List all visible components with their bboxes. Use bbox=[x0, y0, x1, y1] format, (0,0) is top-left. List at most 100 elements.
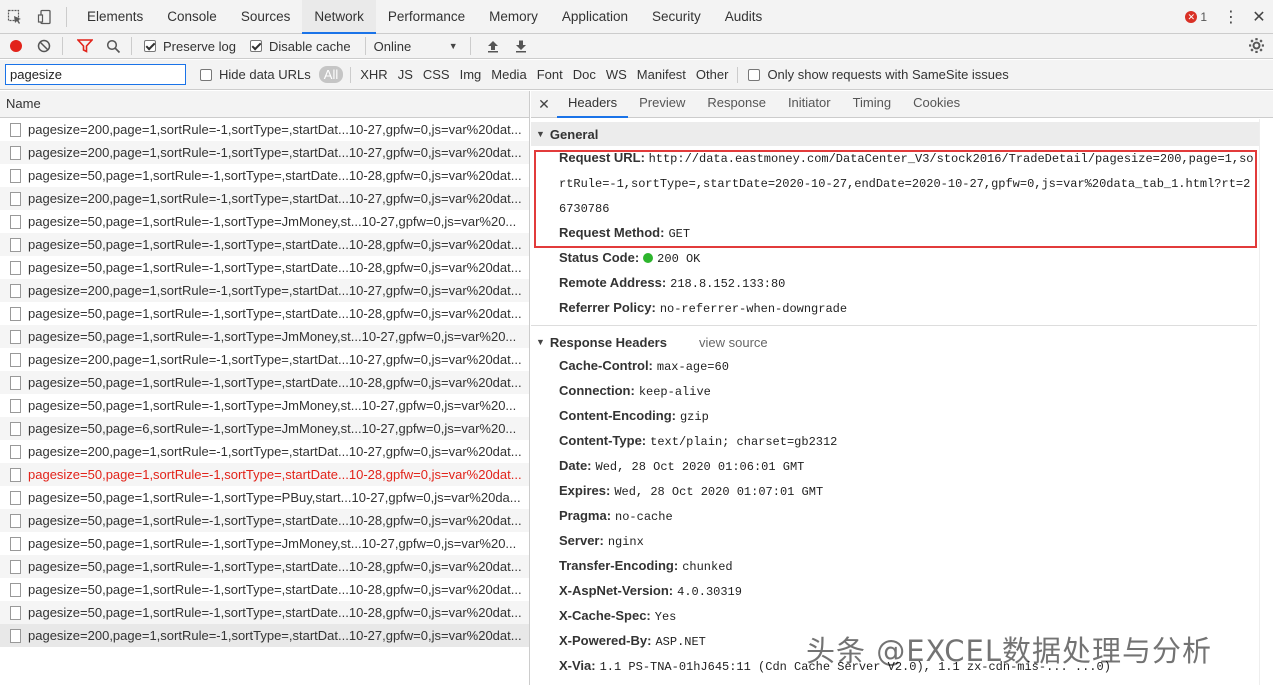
detail-scrollbar[interactable] bbox=[1259, 119, 1273, 685]
inspect-element-icon[interactable] bbox=[0, 0, 30, 34]
response-header-row: Content-Type: text/plain; charset=gb2312 bbox=[531, 429, 1273, 454]
file-icon bbox=[10, 467, 21, 482]
tab-security[interactable]: Security bbox=[640, 0, 713, 34]
tab-audits[interactable]: Audits bbox=[713, 0, 775, 34]
type-filter-media[interactable]: Media bbox=[486, 67, 531, 82]
name-column-header[interactable]: Name bbox=[0, 91, 529, 118]
response-headers-header[interactable]: ▼ Response Headers view source bbox=[531, 330, 1273, 354]
tab-performance[interactable]: Performance bbox=[376, 0, 477, 34]
request-row[interactable]: pagesize=50,page=1,sortRule=-1,sortType=… bbox=[0, 164, 529, 187]
tab-console[interactable]: Console bbox=[155, 0, 229, 34]
tab-network[interactable]: Network bbox=[302, 0, 376, 34]
clear-icon bbox=[37, 39, 51, 53]
disable-cache-checkbox[interactable]: Disable cache bbox=[249, 39, 351, 54]
type-filter-img[interactable]: Img bbox=[455, 67, 487, 82]
request-name: pagesize=200,page=1,sortRule=-1,sortType… bbox=[28, 122, 522, 137]
header-value: 4.0.30319 bbox=[677, 585, 742, 599]
more-options-icon[interactable]: ⋮ bbox=[1217, 7, 1245, 27]
header-value: nginx bbox=[607, 535, 644, 549]
clear-button[interactable] bbox=[32, 34, 56, 58]
request-row[interactable]: pagesize=50,page=1,sortRule=-1,sortType=… bbox=[0, 601, 529, 624]
tab-application[interactable]: Application bbox=[550, 0, 640, 34]
request-row[interactable]: pagesize=50,page=1,sortRule=-1,sortType=… bbox=[0, 578, 529, 601]
type-filter-doc[interactable]: Doc bbox=[568, 67, 601, 82]
detail-tab-timing[interactable]: Timing bbox=[842, 91, 903, 118]
close-detail-icon[interactable]: ✕ bbox=[531, 96, 557, 113]
general-section: ▼ General Request URL: http://data.eastmo… bbox=[531, 118, 1273, 321]
request-row[interactable]: pagesize=50,page=1,sortRule=-1,sortType=… bbox=[0, 486, 529, 509]
search-icon bbox=[106, 39, 120, 53]
status-code-label: Status Code: bbox=[559, 250, 640, 265]
devtools-tab-bar: Elements Console Sources Network Performance… bbox=[0, 0, 1273, 34]
request-row[interactable]: pagesize=50,page=1,sortRule=-1,sortType=… bbox=[0, 394, 529, 417]
detail-tab-preview[interactable]: Preview bbox=[628, 91, 696, 118]
type-filter-js[interactable]: JS bbox=[393, 67, 418, 82]
file-icon bbox=[10, 628, 21, 643]
request-row[interactable]: pagesize=50,page=6,sortRule=-1,sortType=… bbox=[0, 417, 529, 440]
type-filter-font[interactable]: Font bbox=[532, 67, 568, 82]
error-counter[interactable]: ✕ 1 bbox=[1185, 10, 1207, 24]
type-filter-all[interactable]: All bbox=[318, 66, 344, 83]
request-name: pagesize=50,page=1,sortRule=-1,sortType=… bbox=[28, 237, 522, 252]
preserve-log-checkbox[interactable]: Preserve log bbox=[144, 39, 236, 54]
tab-sources[interactable]: Sources bbox=[229, 0, 303, 34]
record-button[interactable] bbox=[4, 34, 28, 58]
request-row[interactable]: pagesize=50,page=1,sortRule=-1,sortType=… bbox=[0, 555, 529, 578]
response-header-row: Date: Wed, 28 Oct 2020 01:06:01 GMT bbox=[531, 454, 1273, 479]
file-icon bbox=[10, 306, 21, 321]
remote-address-label: Remote Address: bbox=[559, 275, 667, 290]
status-code-row: Status Code: 200 OK bbox=[531, 246, 1273, 271]
view-source-link[interactable]: view source bbox=[699, 335, 768, 350]
detail-tab-cookies[interactable]: Cookies bbox=[902, 91, 971, 118]
header-value: no-cache bbox=[615, 510, 673, 524]
request-row[interactable]: pagesize=200,page=1,sortRule=-1,sortType… bbox=[0, 440, 529, 463]
export-har-button[interactable] bbox=[509, 34, 533, 58]
type-filter-manifest[interactable]: Manifest bbox=[632, 67, 691, 82]
import-har-button[interactable] bbox=[481, 34, 505, 58]
request-row[interactable]: pagesize=200,page=1,sortRule=-1,sortType… bbox=[0, 624, 529, 647]
network-toolbar: Preserve log Disable cache Online ▼ bbox=[0, 34, 1273, 59]
header-value: ASP.NET bbox=[655, 635, 706, 649]
response-header-row: Server: nginx bbox=[531, 529, 1273, 554]
general-header[interactable]: ▼ General bbox=[531, 122, 1273, 146]
type-filter-css[interactable]: CSS bbox=[418, 67, 455, 82]
request-row[interactable]: pagesize=200,page=1,sortRule=-1,sortType… bbox=[0, 141, 529, 164]
search-button[interactable] bbox=[101, 34, 125, 58]
top-right-controls: ✕ 1 ⋮ ✕ bbox=[1185, 0, 1273, 34]
request-row[interactable]: pagesize=50,page=1,sortRule=-1,sortType=… bbox=[0, 371, 529, 394]
request-row[interactable]: pagesize=50,page=1,sortRule=-1,sortType=… bbox=[0, 325, 529, 348]
hide-data-urls-checkbox[interactable]: Hide data URLs bbox=[200, 67, 311, 82]
tab-memory[interactable]: Memory bbox=[477, 0, 550, 34]
detail-tab-list: Headers Preview Response Initiator Timing Coo… bbox=[557, 91, 971, 118]
request-row[interactable]: pagesize=50,page=1,sortRule=-1,sortType=… bbox=[0, 233, 529, 256]
request-row[interactable]: pagesize=50,page=1,sortRule=-1,sortType=… bbox=[0, 509, 529, 532]
request-row[interactable]: pagesize=50,page=1,sortRule=-1,sortType=… bbox=[0, 210, 529, 233]
type-filter-xhr[interactable]: XHR bbox=[355, 67, 392, 82]
close-devtools-icon[interactable]: ✕ bbox=[1245, 7, 1273, 27]
network-settings-button[interactable] bbox=[1248, 37, 1265, 57]
detail-tab-response[interactable]: Response bbox=[696, 91, 777, 118]
throttling-select[interactable]: Online ▼ bbox=[374, 39, 458, 54]
request-name: pagesize=50,page=1,sortRule=-1,sortType=… bbox=[28, 260, 522, 275]
detail-tab-headers[interactable]: Headers bbox=[557, 91, 629, 118]
request-row[interactable]: pagesize=50,page=1,sortRule=-1,sortType=… bbox=[0, 302, 529, 325]
device-toolbar-icon[interactable] bbox=[30, 0, 60, 34]
type-filter-other[interactable]: Other bbox=[691, 67, 734, 82]
request-row[interactable]: pagesize=200,page=1,sortRule=-1,sortType… bbox=[0, 187, 529, 210]
samesite-checkbox[interactable]: Only show requests with SameSite issues bbox=[748, 67, 1009, 82]
filter-input[interactable] bbox=[5, 64, 186, 85]
request-row[interactable]: pagesize=50,page=1,sortRule=-1,sortType=… bbox=[0, 532, 529, 555]
filter-toggle-button[interactable] bbox=[73, 34, 97, 58]
tab-elements[interactable]: Elements bbox=[75, 0, 155, 34]
error-icon: ✕ bbox=[1185, 11, 1198, 23]
request-row[interactable]: pagesize=200,page=1,sortRule=-1,sortType… bbox=[0, 118, 529, 141]
detail-tab-initiator[interactable]: Initiator bbox=[777, 91, 842, 118]
type-filter-ws[interactable]: WS bbox=[601, 67, 632, 82]
request-row[interactable]: pagesize=200,page=1,sortRule=-1,sortType… bbox=[0, 279, 529, 302]
request-row[interactable]: pagesize=200,page=1,sortRule=-1,sortType… bbox=[0, 348, 529, 371]
request-row[interactable]: pagesize=50,page=1,sortRule=-1,sortType=… bbox=[0, 256, 529, 279]
header-name: Pragma: bbox=[559, 508, 612, 523]
header-value: gzip bbox=[679, 410, 709, 424]
request-row[interactable]: pagesize=50,page=1,sortRule=-1,sortType=… bbox=[0, 463, 529, 486]
request-name: pagesize=50,page=1,sortRule=-1,sortType=… bbox=[28, 582, 522, 597]
